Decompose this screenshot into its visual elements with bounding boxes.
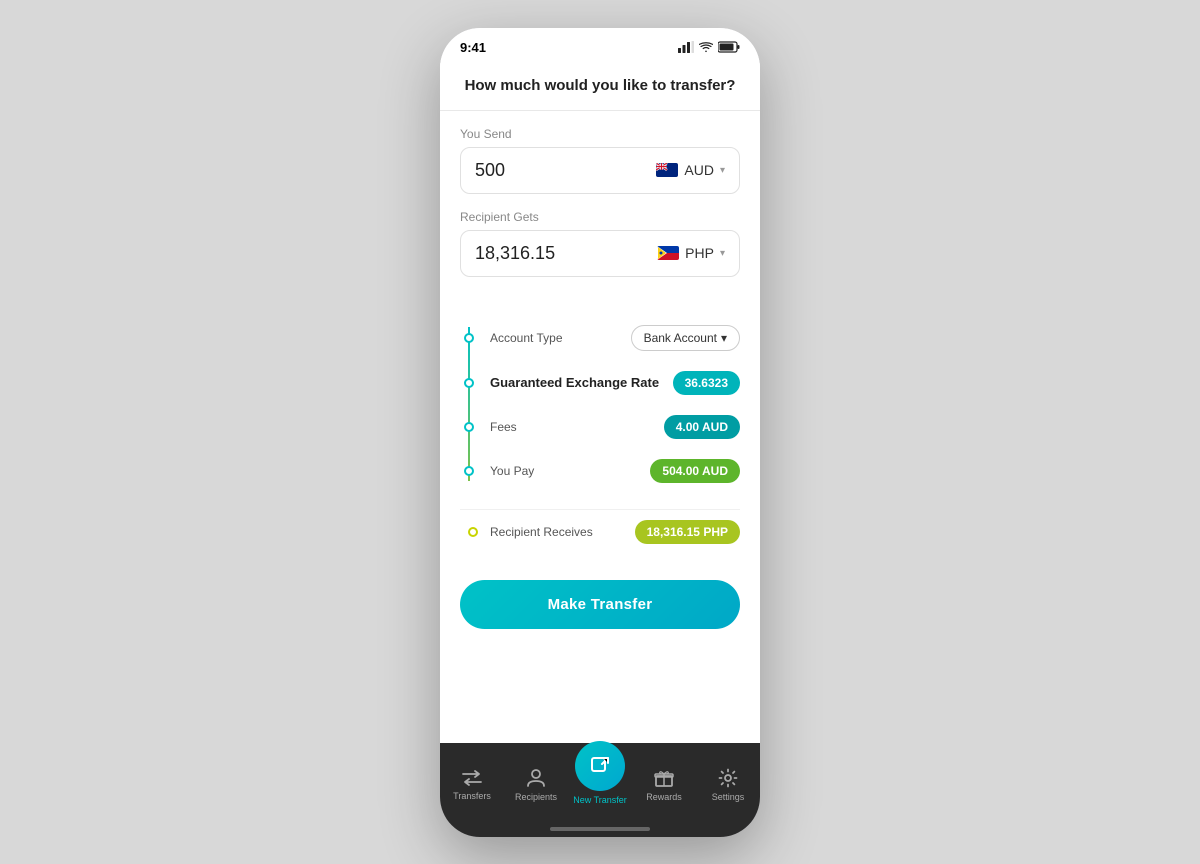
transfers-icon [461, 769, 483, 787]
bottom-nav: Transfers Recipients New Transfer [440, 743, 760, 821]
screen: How much would you like to transfer? You… [440, 63, 760, 743]
timeline-dot-2 [464, 378, 474, 388]
send-currency-selector[interactable]: AUD ▾ [656, 162, 725, 178]
receive-amount-input[interactable] [475, 243, 625, 264]
aud-flag [656, 163, 678, 177]
account-type-badge[interactable]: Bank Account ▾ [631, 325, 740, 351]
receive-currency-chevron: ▾ [720, 248, 725, 259]
account-type-label: Account Type [490, 331, 563, 345]
receive-label: Recipient Gets [460, 210, 740, 224]
recipient-receives-badge: 18,316.15 PHP [635, 520, 740, 544]
timeline-dot-3 [464, 422, 474, 432]
send-currency-chevron: ▾ [720, 165, 725, 176]
new-transfer-icon [589, 755, 611, 777]
receive-currency-code: PHP [685, 245, 714, 261]
recipient-receives-label: Recipient Receives [490, 525, 593, 539]
nav-settings-label: Settings [712, 792, 745, 802]
you-pay-label: You Pay [490, 464, 534, 478]
phone-frame: 9:41 How [440, 28, 760, 837]
account-type-value: Bank Account [644, 331, 717, 345]
nav-rewards[interactable]: Rewards [637, 768, 692, 802]
recipient-dot [468, 527, 478, 537]
account-type-chevron: ▾ [721, 331, 727, 345]
wifi-icon [699, 42, 713, 53]
send-label: You Send [460, 127, 740, 141]
exchange-rate-badge: 36.6323 [673, 371, 740, 395]
page-title: How much would you like to transfer? [440, 63, 760, 111]
battery-icon [718, 41, 740, 53]
status-icons [678, 41, 740, 53]
nav-new-transfer-label: New Transfer [573, 795, 627, 805]
transfer-btn-area: Make Transfer [440, 570, 760, 649]
send-currency-code: AUD [684, 162, 714, 178]
home-bar [550, 827, 650, 831]
nav-transfers[interactable]: Transfers [445, 769, 500, 801]
nav-new-transfer[interactable]: New Transfer [573, 741, 628, 805]
timeline: Account Type Bank Account ▾ Guaranteed E… [460, 315, 740, 493]
php-flag [657, 246, 679, 260]
you-pay-row: You Pay 504.00 AUD [490, 449, 740, 493]
nav-rewards-label: Rewards [646, 792, 682, 802]
send-input-container[interactable]: AUD ▾ [460, 147, 740, 194]
timeline-dot-1 [464, 333, 474, 343]
recipients-icon [526, 768, 546, 788]
timeline-dot-4 [464, 466, 474, 476]
fees-row: Fees 4.00 AUD [490, 405, 740, 449]
fees-badge: 4.00 AUD [664, 415, 740, 439]
nav-recipients[interactable]: Recipients [509, 768, 564, 802]
you-pay-badge: 504.00 AUD [650, 459, 740, 483]
nav-settings[interactable]: Settings [701, 768, 756, 802]
rewards-icon [654, 768, 674, 788]
fees-label: Fees [490, 420, 517, 434]
recipient-receives-section: Recipient Receives 18,316.15 PHP [440, 509, 760, 570]
nav-transfers-label: Transfers [453, 791, 491, 801]
exchange-rate-row: Guaranteed Exchange Rate 36.6323 [490, 361, 740, 405]
status-bar: 9:41 [440, 28, 760, 63]
signal-icon [678, 41, 694, 53]
settings-icon [718, 768, 738, 788]
exchange-rate-label: Guaranteed Exchange Rate [490, 375, 659, 390]
info-section: Account Type Bank Account ▾ Guaranteed E… [440, 309, 760, 509]
time-display: 9:41 [460, 40, 486, 55]
receive-currency-selector[interactable]: PHP ▾ [657, 245, 725, 261]
account-type-row: Account Type Bank Account ▾ [490, 315, 740, 361]
receive-input-container[interactable]: PHP ▾ [460, 230, 740, 277]
home-indicator [440, 821, 760, 837]
recipient-receives-row: Recipient Receives 18,316.15 PHP [460, 509, 740, 554]
form-area: You Send [440, 111, 760, 309]
new-transfer-button[interactable] [575, 741, 625, 791]
send-amount-input[interactable] [475, 160, 625, 181]
nav-recipients-label: Recipients [515, 792, 557, 802]
make-transfer-button[interactable]: Make Transfer [460, 580, 740, 629]
